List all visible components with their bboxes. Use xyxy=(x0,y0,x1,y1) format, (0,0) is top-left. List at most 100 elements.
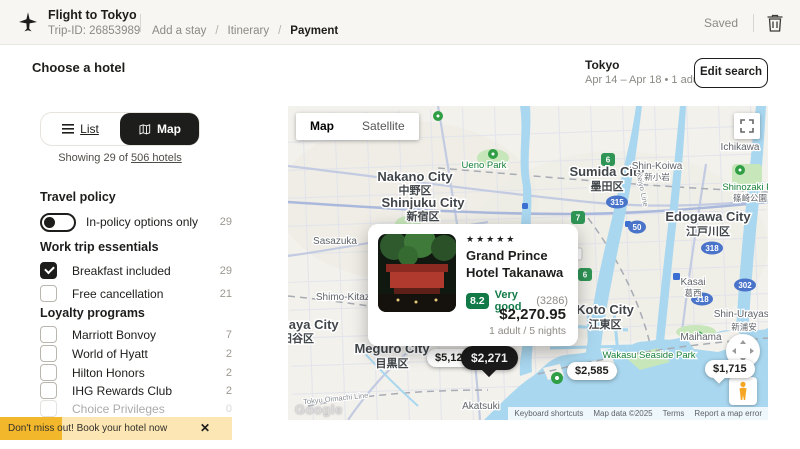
price-marker[interactable]: $2,585 xyxy=(567,362,617,380)
map-label: Ichikawa xyxy=(721,142,760,153)
map-label: Maihama xyxy=(680,332,722,343)
fullscreen-icon xyxy=(740,119,754,133)
fullscreen-button[interactable] xyxy=(734,113,760,139)
filter-label: Choice Privileges xyxy=(72,402,165,416)
map-type-map[interactable]: Map xyxy=(296,113,348,140)
pegman-button[interactable] xyxy=(729,377,757,405)
breadcrumb-payment[interactable]: Payment xyxy=(290,25,338,37)
terms-link[interactable]: Terms xyxy=(663,407,685,420)
map-label: 墨田区 xyxy=(591,180,624,193)
keyboard-shortcuts-link[interactable]: Keyboard shortcuts xyxy=(514,407,583,420)
map-label: Shin-Koiwa xyxy=(632,161,683,172)
airplane-icon xyxy=(16,10,40,34)
edit-search-button[interactable]: Edit search xyxy=(694,58,768,88)
page-title: Choose a hotel xyxy=(32,60,125,75)
map-canvas[interactable]: 6 7 6 315 50 318 302 318 303 Nakan xyxy=(288,106,768,420)
filter-count: 2 xyxy=(226,385,232,397)
promo-text: Don't miss out! Book your hotel now xyxy=(8,423,167,434)
results-link[interactable]: 506 hotels xyxy=(131,152,182,164)
map-label: Setagaya City xyxy=(288,317,339,332)
route-shield: 6 xyxy=(583,271,588,280)
breakfast-checkbox[interactable] xyxy=(40,262,57,279)
google-logo[interactable]: Google xyxy=(295,402,343,417)
hotel-search-page: Flight to Tokyo Trip-ID: 26853989 Add a … xyxy=(0,0,800,449)
marriott-checkbox[interactable] xyxy=(40,326,57,343)
filter-count: 2 xyxy=(226,367,232,379)
list-view-button[interactable]: List xyxy=(41,113,120,145)
filter-row-breakfast[interactable]: Breakfast included 29 xyxy=(40,262,232,282)
route-shield: 50 xyxy=(633,223,642,232)
map-label: Kasai xyxy=(680,277,705,288)
filter-count: 0 xyxy=(226,403,232,415)
view-toggle: List Map xyxy=(40,112,200,146)
hotel-card[interactable]: ★★★★★ Grand Prince Hotel Takanawa 8.2 Ve… xyxy=(368,224,578,346)
hilton-checkbox[interactable] xyxy=(40,364,57,381)
price-marker-selected[interactable]: $2,271 xyxy=(461,346,518,370)
breadcrumb-itinerary[interactable]: Itinerary xyxy=(228,25,270,37)
in-policy-filter-row[interactable]: In-policy options only 29 xyxy=(40,213,232,233)
list-icon xyxy=(62,124,74,134)
filter-row-hyatt[interactable]: World of Hyatt 2 xyxy=(40,345,232,365)
header-divider xyxy=(140,14,141,32)
hotel-photo-image xyxy=(378,234,456,312)
map-data-label: Map data ©2025 xyxy=(593,407,652,420)
map-view-label: Map xyxy=(157,122,181,136)
filter-label: Hilton Honors xyxy=(72,366,145,380)
map-label: Wakasu Seaside Park xyxy=(602,350,695,361)
saved-status: Saved xyxy=(704,16,738,30)
trip-id: Trip-ID: 26853989 xyxy=(48,25,140,37)
map-label: 新浦安 xyxy=(731,322,757,332)
breadcrumb-add-a-stay[interactable]: Add a stay xyxy=(152,25,206,37)
report-error-link[interactable]: Report a map error xyxy=(694,407,762,420)
in-policy-toggle[interactable] xyxy=(40,213,76,232)
choice-checkbox xyxy=(40,400,57,417)
toggle-knob xyxy=(44,217,55,228)
map-label: Akatsuki xyxy=(462,401,500,412)
route-shield: 318 xyxy=(705,244,719,253)
filter-label: World of Hyatt xyxy=(72,347,148,361)
map-label: Shin-Urayasu xyxy=(714,309,768,320)
search-summary: Apr 14 – Apr 18 • 1 adult xyxy=(585,74,704,86)
price-marker[interactable]: $1,715 xyxy=(705,360,755,378)
map-label: 江東区 xyxy=(589,317,622,331)
map-label: Nakano City xyxy=(377,169,453,184)
filter-row-marriott[interactable]: Marriott Bonvoy 7 xyxy=(40,326,232,346)
trash-icon[interactable] xyxy=(766,13,784,33)
filter-count: 7 xyxy=(226,329,232,341)
map-label: 葛西 xyxy=(684,288,701,298)
free-cancellation-checkbox[interactable] xyxy=(40,285,57,302)
header-divider xyxy=(753,14,754,32)
map-type-satellite[interactable]: Satellite xyxy=(348,113,419,140)
map-label: Edogawa City xyxy=(665,209,751,224)
map-view-button[interactable]: Map xyxy=(120,113,199,145)
route-shield: 302 xyxy=(738,281,752,290)
travel-policy-heading: Travel policy xyxy=(40,190,116,204)
hyatt-checkbox[interactable] xyxy=(40,345,57,362)
hotel-name: Grand Prince Hotel Takanawa xyxy=(466,248,568,282)
filter-label: Free cancellation xyxy=(72,287,163,301)
hotel-info: ★★★★★ Grand Prince Hotel Takanawa 8.2 Ve… xyxy=(466,234,568,313)
close-icon[interactable]: ✕ xyxy=(200,421,210,435)
filter-count: 29 xyxy=(220,265,232,277)
filter-count: 21 xyxy=(220,288,232,300)
price-caption: 1 adult / 5 nights xyxy=(489,325,566,337)
filter-count: 2 xyxy=(226,348,232,360)
filter-row-hilton[interactable]: Hilton Honors 2 xyxy=(40,364,232,384)
promo-banner: Don't miss out! Book your hotel now ✕ xyxy=(0,417,232,440)
review-count: (3286) xyxy=(536,295,568,307)
route-shield: 7 xyxy=(576,214,581,223)
in-policy-label: In-policy options only xyxy=(86,215,198,229)
price-block: $2,270.95 1 adult / 5 nights xyxy=(489,306,566,337)
map-label: 目黒区 xyxy=(376,357,409,370)
filter-row-ihg[interactable]: IHG Rewards Club 2 xyxy=(40,382,232,402)
map-label: Koto City xyxy=(576,302,635,317)
ihg-checkbox[interactable] xyxy=(40,382,57,399)
in-policy-count: 29 xyxy=(220,216,232,228)
route-shield: 315 xyxy=(610,198,624,207)
breadcrumb: Add a stay / Itinerary / Payment xyxy=(152,25,338,37)
breadcrumb-separator: / xyxy=(215,25,218,37)
work-trip-heading: Work trip essentials xyxy=(40,240,159,254)
map-label: 新小岩 xyxy=(644,172,670,182)
map-attribution: Keyboard shortcuts Map data ©2025 Terms … xyxy=(508,407,768,420)
filter-row-free-cancellation[interactable]: Free cancellation 21 xyxy=(40,285,232,305)
